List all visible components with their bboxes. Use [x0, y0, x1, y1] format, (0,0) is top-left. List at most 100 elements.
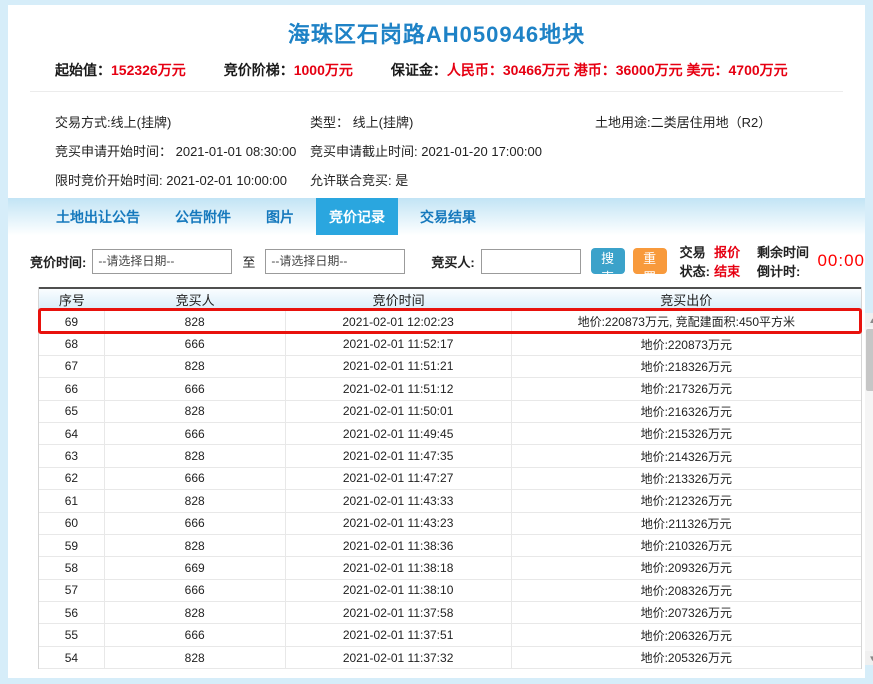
- cell-bid: 地价:207326万元: [512, 602, 861, 623]
- header-no: 序号: [39, 290, 105, 309]
- scroll-up-button[interactable]: ▲: [865, 313, 873, 327]
- cell-no: 69: [39, 311, 105, 332]
- table-body: 69 828 2021-02-01 12:02:23 地价:220873万元, …: [39, 311, 861, 669]
- bid-time-label: 竞价时间:: [30, 252, 86, 271]
- table-row: 57 666 2021-02-01 11:38:10 地价:208326万元: [39, 580, 861, 602]
- table-row: 54 828 2021-02-01 11:37:32 地价:205326万元: [39, 647, 861, 669]
- cell-bidder: 666: [105, 333, 286, 354]
- cell-bidder: 666: [105, 580, 286, 601]
- tab[interactable]: 土地出让公告: [43, 198, 153, 235]
- trade-status-value: 报价结束: [714, 242, 746, 280]
- cell-bidder: 666: [105, 378, 286, 399]
- table-row: 65 828 2021-02-01 11:50:01 地价:216326万元: [39, 401, 861, 423]
- cell-time: 2021-02-01 11:37:51: [286, 624, 512, 645]
- cell-no: 56: [39, 602, 105, 623]
- table-row: 56 828 2021-02-01 11:37:58 地价:207326万元: [39, 602, 861, 624]
- cell-time: 2021-02-01 11:43:23: [286, 513, 512, 534]
- cell-bid: 地价:211326万元: [512, 513, 861, 534]
- header-time: 竞价时间: [286, 290, 512, 309]
- start-price-label: 起始值：: [55, 62, 111, 78]
- table-row: 67 828 2021-02-01 11:51:21 地价:218326万元: [39, 356, 861, 378]
- table-row: 68 666 2021-02-01 11:52:17 地价:220873万元: [39, 333, 861, 355]
- cell-bid: 地价:216326万元: [512, 401, 861, 422]
- table-row: 59 828 2021-02-01 11:38:36 地价:210326万元: [39, 535, 861, 557]
- cell-bid: 地价:220873万元: [512, 333, 861, 354]
- scrollbar-thumb[interactable]: [866, 329, 873, 391]
- arrow-up-icon: ▲: [869, 316, 873, 325]
- cell-no: 62: [39, 468, 105, 489]
- cell-bidder: 828: [105, 535, 286, 556]
- joint-bid-allowed: 允许联合竞买: 是: [310, 166, 595, 195]
- date-to-input[interactable]: [265, 249, 405, 274]
- cell-bid: 地价:208326万元: [512, 580, 861, 601]
- search-button[interactable]: 搜索: [591, 248, 625, 274]
- cell-no: 59: [39, 535, 105, 556]
- cell-time: 2021-02-01 11:51:21: [286, 356, 512, 377]
- cell-bidder: 828: [105, 490, 286, 511]
- date-from-input[interactable]: [92, 249, 232, 274]
- cell-bidder: 828: [105, 647, 286, 668]
- cell-no: 66: [39, 378, 105, 399]
- info-row: 交易方式:线上(挂牌) 类型： 线上(挂牌) 土地用途:二类居住用地（R2）: [55, 108, 865, 137]
- cell-bid: 地价:214326万元: [512, 445, 861, 466]
- tab-bar: 土地出让公告公告附件图片竞价记录交易结果: [8, 198, 865, 235]
- cell-bidder: 666: [105, 624, 286, 645]
- start-price-value: 152326万元: [111, 62, 186, 78]
- table-row: 64 666 2021-02-01 11:49:45 地价:215326万元: [39, 423, 861, 445]
- content-panel: 海珠区石岗路AH050946地块 起始值：152326万元 竞价阶梯：1000万…: [8, 5, 865, 678]
- cell-no: 55: [39, 624, 105, 645]
- info-section: 交易方式:线上(挂牌) 类型： 线上(挂牌) 土地用途:二类居住用地（R2） 竞…: [8, 92, 865, 198]
- cell-bid: 地价:210326万元: [512, 535, 861, 556]
- cell-time: 2021-02-01 11:37:32: [286, 647, 512, 668]
- scrollbar-track[interactable]: [865, 327, 873, 651]
- bid-start-time: 限时竞价开始时间: 2021-02-01 10:00:00: [55, 166, 310, 195]
- cell-bidder: 828: [105, 401, 286, 422]
- info-row: 竞买申请开始时间： 2021-01-01 08:30:00 竞买申请截止时间: …: [55, 137, 865, 166]
- tab[interactable]: 交易结果: [407, 198, 489, 235]
- cell-bidder: 669: [105, 557, 286, 578]
- tab[interactable]: 竞价记录: [316, 198, 398, 235]
- info-spacer: [595, 166, 865, 195]
- tab[interactable]: 公告附件: [162, 198, 244, 235]
- cell-no: 63: [39, 445, 105, 466]
- reset-button[interactable]: 重置: [633, 248, 667, 274]
- table-row: 55 666 2021-02-01 11:37:51 地价:206326万元: [39, 624, 861, 646]
- cell-bidder: 828: [105, 602, 286, 623]
- page-title: 海珠区石岗路AH050946地块: [288, 17, 585, 49]
- cell-bidder: 828: [105, 356, 286, 377]
- tab[interactable]: 图片: [253, 198, 307, 235]
- cell-bid: 地价:220873万元, 竞配建面积:450平方米: [512, 311, 861, 332]
- table-row: 69 828 2021-02-01 12:02:23 地价:220873万元, …: [39, 311, 861, 333]
- summary-bar: 起始值：152326万元 竞价阶梯：1000万元 保证金：人民币：30466万元…: [30, 60, 843, 92]
- bid-step-label: 竞价阶梯：: [224, 62, 294, 78]
- bidder-input[interactable]: [481, 249, 581, 274]
- cell-no: 68: [39, 333, 105, 354]
- table-header: 序号 竞买人 竞价时间 竞买出价: [39, 287, 861, 311]
- scroll-down-button[interactable]: ▼: [865, 651, 873, 665]
- header-bid: 竞买出价: [512, 290, 861, 309]
- cell-bidder: 828: [105, 311, 286, 332]
- cell-time: 2021-02-01 11:38:36: [286, 535, 512, 556]
- cell-no: 61: [39, 490, 105, 511]
- bidder-label: 竞买人:: [431, 252, 474, 271]
- cell-bid: 地价:209326万元: [512, 557, 861, 578]
- start-price: 起始值：152326万元: [55, 60, 186, 80]
- table: 序号 竞买人 竞价时间 竞买出价 69 828 2021-02-01 12:02…: [38, 287, 862, 669]
- table-row: 63 828 2021-02-01 11:47:35 地价:214326万元: [39, 445, 861, 467]
- filter-bar: 竞价时间: 至 竞买人: 搜索 重置 交易状态: 报价结束 剩余时间倒计时: 0…: [8, 235, 865, 287]
- arrow-down-icon: ▼: [869, 654, 873, 663]
- page-header: 海珠区石岗路AH050946地块: [8, 5, 865, 60]
- cell-no: 67: [39, 356, 105, 377]
- cell-no: 64: [39, 423, 105, 444]
- cell-time: 2021-02-01 11:43:33: [286, 490, 512, 511]
- cell-time: 2021-02-01 11:38:10: [286, 580, 512, 601]
- cell-no: 58: [39, 557, 105, 578]
- cell-time: 2021-02-01 11:37:58: [286, 602, 512, 623]
- cell-no: 65: [39, 401, 105, 422]
- cell-time: 2021-02-01 11:47:35: [286, 445, 512, 466]
- info-row: 限时竞价开始时间: 2021-02-01 10:00:00 允许联合竞买: 是: [55, 166, 865, 195]
- table-row: 61 828 2021-02-01 11:43:33 地价:212326万元: [39, 490, 861, 512]
- cell-bid: 地价:213326万元: [512, 468, 861, 489]
- table-row: 62 666 2021-02-01 11:47:27 地价:213326万元: [39, 468, 861, 490]
- table-scrollbar[interactable]: ▲ ▼: [865, 313, 873, 665]
